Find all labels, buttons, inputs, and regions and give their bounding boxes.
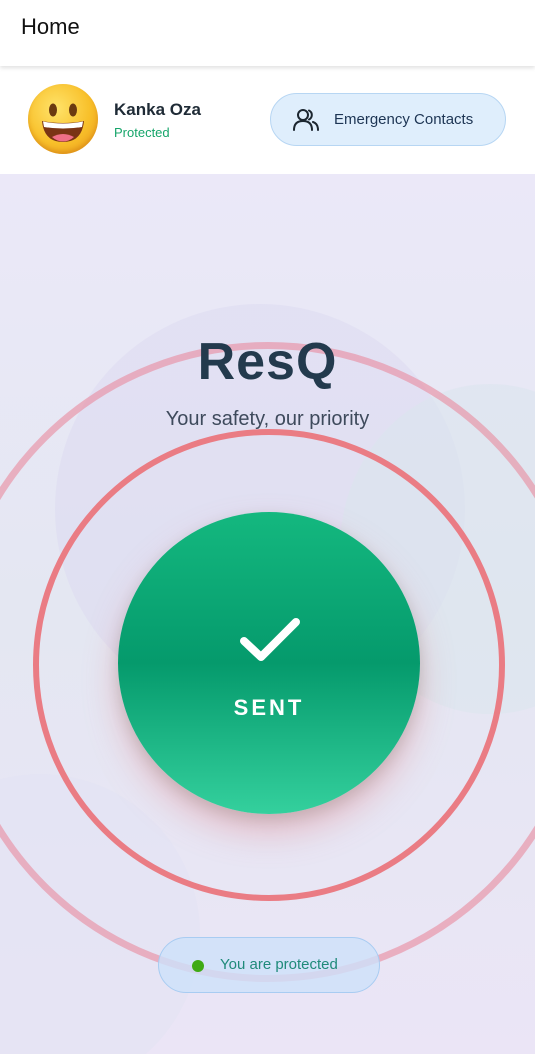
user-status: Protected <box>114 125 170 140</box>
protection-status-text: You are protected <box>220 956 338 973</box>
grinning-face-icon <box>42 103 84 142</box>
app-tagline: Your safety, our priority <box>165 408 370 430</box>
page-title: Home <box>21 14 80 39</box>
emergency-contacts-button[interactable]: Emergency Contacts <box>270 93 506 146</box>
app-bar: Home <box>0 0 535 66</box>
avatar <box>28 84 98 154</box>
users-icon <box>292 107 320 138</box>
check-icon <box>239 616 301 669</box>
status-dot <box>192 960 204 972</box>
app-title: ResQ <box>197 333 338 391</box>
main-area: ResQ Your safety, our priority SENT You … <box>0 174 535 1054</box>
sos-button[interactable]: SENT <box>118 512 420 814</box>
emergency-contacts-label: Emergency Contacts <box>334 111 474 128</box>
user-header: Kanka Oza Protected Emergency Contacts <box>0 66 535 174</box>
user-name: Kanka Oza <box>114 100 201 119</box>
protection-status-badge: You are protected <box>158 937 380 993</box>
sos-status-label: SENT <box>233 695 305 720</box>
